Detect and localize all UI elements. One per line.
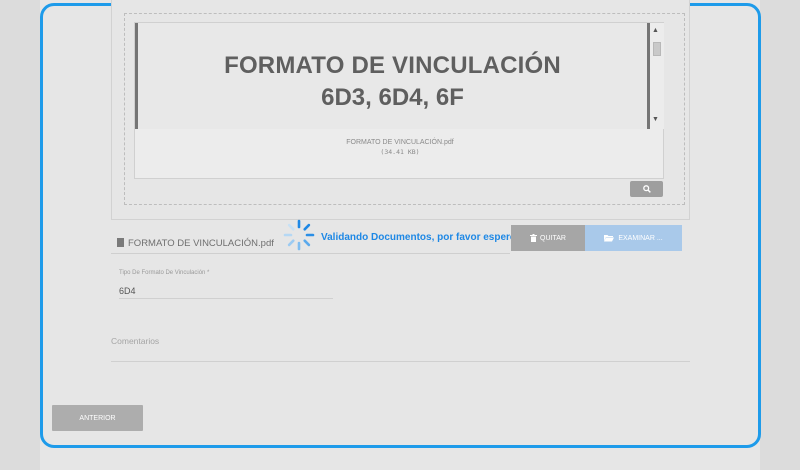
pdf-scrollbar[interactable] [650, 23, 664, 129]
comentarios-underline [111, 361, 690, 362]
search-icon [642, 185, 651, 193]
validation-status-text: Validando Documentos, por favor espere .… [321, 232, 527, 243]
selected-file-name: FORMATO DE VINCULACIÓN.pdf [128, 238, 274, 249]
scroll-down-arrow-icon[interactable]: ▼ [652, 116, 659, 123]
file-icon [117, 238, 124, 247]
scroll-up-arrow-icon[interactable]: ▲ [652, 27, 659, 34]
trash-icon [530, 234, 538, 242]
tipo-formato-field[interactable]: 6D4 [119, 286, 136, 296]
scrollbar-thumb[interactable] [653, 42, 661, 56]
loading-spinner-icon [283, 219, 315, 251]
tipo-formato-underline [119, 298, 333, 299]
preview-file-size: (34.41 KB) [380, 148, 420, 156]
preview-file-caption: FORMATO DE VINCULACIÓN.pdf [346, 139, 454, 146]
remove-file-button[interactable]: QUITAR [511, 225, 585, 251]
pdf-title-line1: FORMATO DE VINCULACIÓN [224, 52, 561, 79]
pdf-title-line2: 6D3, 6D4, 6F [321, 84, 464, 111]
comentarios-field[interactable]: Comentarios [111, 336, 159, 346]
browse-file-label: EXAMINAR ... [618, 234, 663, 242]
folder-open-icon [604, 235, 615, 242]
zoom-preview-button[interactable] [630, 181, 663, 197]
remove-file-label: QUITAR [540, 234, 566, 242]
previous-button[interactable]: ANTERIOR [52, 405, 143, 431]
tipo-formato-label: Tipo De Formato De Vinculación * [119, 270, 210, 276]
browse-file-button[interactable]: EXAMINAR ... [585, 225, 682, 251]
